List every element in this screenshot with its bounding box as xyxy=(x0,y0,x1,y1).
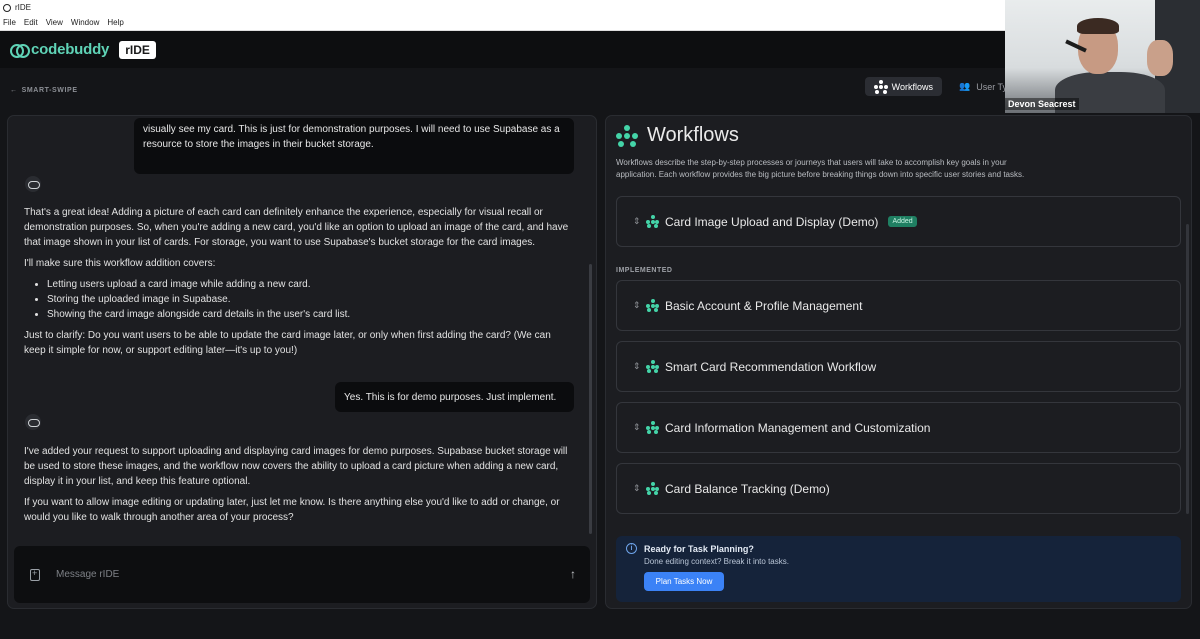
assistant-paragraph: If you want to allow image editing or up… xyxy=(24,497,560,523)
arrow-left-icon: ← xyxy=(10,87,18,94)
workflow-item[interactable]: ⇕ Smart Card Recommendation Workflow xyxy=(616,341,1181,392)
workflows-description: Workflows describe the step-by-step proc… xyxy=(616,158,1025,179)
assistant-paragraph: I've added your request to support uploa… xyxy=(24,446,568,487)
workflows-title: Workflows xyxy=(647,124,739,146)
workflow-item-label: Card Information Management and Customiz… xyxy=(665,420,931,435)
menu-view[interactable]: View xyxy=(46,18,63,27)
task-planning-callout: i Ready for Task Planning? Done editing … xyxy=(616,536,1181,602)
list-item: Letting users upload a card image while … xyxy=(47,277,574,292)
window-titlebar: rIDE xyxy=(0,0,1005,15)
back-link[interactable]: ← SMART-SWIPE xyxy=(10,87,78,94)
workflow-item[interactable]: ⇕ Card Balance Tracking (Demo) xyxy=(616,463,1181,514)
workflows-panel: Workflows Workflows describe the step-by… xyxy=(605,115,1192,609)
send-arrow-icon[interactable]: ↑ xyxy=(570,567,576,581)
webcam-person-hand xyxy=(1147,40,1173,76)
workflow-star-icon xyxy=(646,360,659,373)
status-badge: Added xyxy=(888,216,917,227)
workflow-star-icon xyxy=(646,482,659,495)
workflow-item[interactable]: ⇕ Card Image Upload and Display (Demo) A… xyxy=(616,196,1181,247)
workflows-header: Workflows xyxy=(616,124,739,147)
workflow-star-icon xyxy=(646,215,659,228)
drag-handle-icon[interactable]: ⇕ xyxy=(633,300,641,311)
menu-file[interactable]: File xyxy=(3,18,16,27)
section-label-implemented: IMPLEMENTED xyxy=(616,267,673,274)
chat-panel: visually see my card. This is just for d… xyxy=(7,115,597,609)
webcam-person-hair xyxy=(1077,18,1119,34)
user-message-text: visually see my card. This is just for d… xyxy=(143,124,560,150)
workflows-scrollbar[interactable] xyxy=(1186,224,1189,514)
list-item: Showing the card image alongside card de… xyxy=(47,307,574,322)
brand-logo[interactable]: codebuddy xyxy=(10,41,109,58)
workflow-item-label: Basic Account & Profile Management xyxy=(665,298,863,313)
assistant-message: I've added your request to support uploa… xyxy=(24,444,574,531)
product-badge: rIDE xyxy=(119,40,156,59)
assistant-paragraph: Just to clarify: Do you want users to be… xyxy=(24,330,551,356)
user-message-text: Yes. This is for demo purposes. Just imp… xyxy=(344,392,557,403)
drag-handle-icon[interactable]: ⇕ xyxy=(633,422,641,433)
drag-handle-icon[interactable]: ⇕ xyxy=(633,483,641,494)
user-message: visually see my card. This is just for d… xyxy=(134,118,574,174)
workflow-star-icon xyxy=(616,124,638,147)
assistant-paragraph: That's a great idea! Adding a picture of… xyxy=(24,207,569,248)
menu-window[interactable]: Window xyxy=(71,18,99,27)
workflow-item[interactable]: ⇕ Basic Account & Profile Management xyxy=(616,280,1181,331)
webcam-overlay: Devon Seacrest xyxy=(1005,0,1200,113)
info-icon: i xyxy=(626,543,637,554)
users-icon: 👥 xyxy=(959,81,971,91)
attach-file-icon[interactable] xyxy=(30,568,40,581)
menu-edit[interactable]: Edit xyxy=(24,18,38,27)
workflow-star-icon xyxy=(646,299,659,312)
webcam-name-label: Devon Seacrest xyxy=(1005,98,1079,110)
assistant-avatar-icon xyxy=(25,176,41,192)
assistant-message: That's a great idea! Adding a picture of… xyxy=(24,205,574,364)
assistant-paragraph: I'll make sure this workflow addition co… xyxy=(24,258,216,269)
assistant-bullet-list: Letting users upload a card image while … xyxy=(47,277,574,322)
workflow-item[interactable]: ⇕ Card Information Management and Custom… xyxy=(616,402,1181,453)
callout-subtitle: Done editing context? Break it into task… xyxy=(644,557,789,566)
codebuddy-logo-icon xyxy=(10,44,30,58)
user-message: Yes. This is for demo purposes. Just imp… xyxy=(335,382,574,412)
app-icon xyxy=(3,3,11,12)
chat-scrollbar[interactable] xyxy=(589,264,592,534)
message-composer: ↑ xyxy=(14,546,590,603)
workflow-item-label: Card Image Upload and Display (Demo) xyxy=(665,214,879,229)
drag-handle-icon[interactable]: ⇕ xyxy=(633,361,641,372)
workflow-item-label: Smart Card Recommendation Workflow xyxy=(665,359,877,374)
message-input[interactable] xyxy=(56,569,536,580)
tab-workflows-label: Workflows xyxy=(891,81,933,92)
list-item: Storing the uploaded image in Supabase. xyxy=(47,292,574,307)
brand-name: codebuddy xyxy=(31,41,110,58)
workflow-star-icon xyxy=(646,421,659,434)
workflow-item-label: Card Balance Tracking (Demo) xyxy=(665,481,830,496)
tab-user-types-label: User Ty xyxy=(976,81,1008,92)
callout-title: Ready for Task Planning? xyxy=(644,544,754,554)
menu-help[interactable]: Help xyxy=(107,18,123,27)
workflow-star-icon xyxy=(874,79,888,94)
tab-workflows[interactable]: Workflows xyxy=(865,77,942,96)
assistant-avatar-icon xyxy=(25,414,41,430)
window-title: rIDE xyxy=(15,3,31,12)
menu-bar: File Edit View Window Help xyxy=(0,15,1005,31)
drag-handle-icon[interactable]: ⇕ xyxy=(633,216,641,227)
project-name: SMART-SWIPE xyxy=(21,87,78,94)
plan-tasks-button[interactable]: Plan Tasks Now xyxy=(644,572,724,591)
